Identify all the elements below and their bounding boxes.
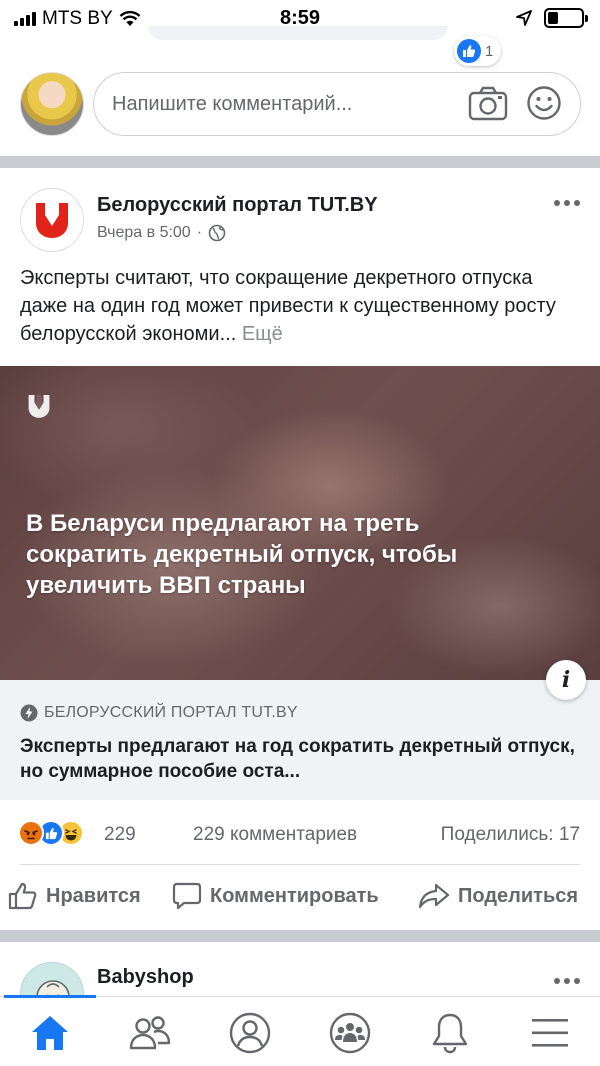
- next-post-header: Babyshop: [0, 942, 600, 998]
- tab-friends[interactable]: [128, 1011, 172, 1055]
- comment-bubble-icon: [172, 882, 202, 910]
- menu-icon: [532, 1019, 568, 1047]
- feed-separator: [0, 930, 600, 942]
- comment-reaction-count: 1: [485, 42, 494, 60]
- camera-icon[interactable]: [468, 85, 508, 121]
- groups-icon: [329, 1012, 371, 1054]
- page-name[interactable]: Белорусский портал TUT.BY: [97, 194, 378, 217]
- instant-article-icon: [20, 704, 38, 722]
- shares-count[interactable]: Поделились: 17: [441, 824, 580, 846]
- next-page-name[interactable]: Babyshop: [97, 966, 194, 989]
- post-header: Белорусский портал TUT.BY Вчера в 5:00 ·: [0, 186, 600, 256]
- see-more-link[interactable]: Ещё: [242, 323, 283, 345]
- like-icon: [457, 39, 481, 63]
- previous-comment-bubble: [148, 26, 448, 40]
- home-icon: [32, 1016, 68, 1050]
- info-button[interactable]: i: [546, 660, 586, 700]
- like-button[interactable]: Нравится: [8, 882, 141, 910]
- share-arrow-icon: [418, 883, 450, 909]
- tab-notifications[interactable]: [428, 1011, 472, 1055]
- thumbs-up-icon: [8, 882, 37, 910]
- comments-count[interactable]: 229 комментариев: [193, 824, 357, 846]
- notifications-icon: [432, 1013, 468, 1054]
- link-caption[interactable]: БЕЛОРУССКИЙ ПОРТАЛ TUT.BY Эксперты предл…: [0, 680, 600, 800]
- avatar[interactable]: [20, 72, 84, 136]
- link-title: Эксперты предлагают на год сократить дек…: [20, 736, 575, 782]
- tab-profile[interactable]: [228, 1011, 272, 1055]
- post-text: Эксперты считают, что сокращение декретн…: [20, 264, 585, 348]
- reactions-summary: 229 229 комментариев Поделились: 17: [0, 818, 600, 854]
- tab-groups[interactable]: [328, 1011, 372, 1055]
- post-timestamp[interactable]: Вчера в 5:00: [97, 224, 191, 242]
- battery-level: [548, 12, 558, 24]
- feed-separator: [0, 156, 600, 168]
- post-meta: Вчера в 5:00 ·: [97, 224, 226, 242]
- post-body: Эксперты считают, что сокращение декретн…: [20, 267, 556, 345]
- post-actions: Нравится Комментировать Поделиться: [0, 874, 600, 922]
- reaction-icons[interactable]: [18, 820, 84, 846]
- globe-icon: [208, 224, 226, 242]
- profile-icon: [229, 1012, 271, 1054]
- comment-reaction-chip[interactable]: 1: [454, 36, 502, 66]
- tab-menu[interactable]: [528, 1011, 572, 1055]
- bottom-tab-bar: [0, 995, 600, 1066]
- link-source: БЕЛОРУССКИЙ ПОРТАЛ TUT.BY: [44, 704, 298, 721]
- location-arrow-icon: [516, 10, 532, 26]
- comment-input[interactable]: Напишите комментарий...: [93, 72, 581, 136]
- share-button[interactable]: Поделиться: [418, 882, 578, 910]
- more-options-icon[interactable]: [554, 200, 580, 206]
- page-avatar[interactable]: [20, 962, 84, 998]
- emoji-icon[interactable]: [526, 85, 562, 121]
- baby-logo-icon: [36, 980, 70, 998]
- tutby-logo-icon: [36, 203, 68, 238]
- link-preview-image[interactable]: В Беларуси предлагают на треть сократить…: [0, 366, 600, 680]
- comment-placeholder: Напишите комментарий...: [112, 92, 353, 115]
- comment-button[interactable]: Комментировать: [172, 882, 379, 910]
- actions-divider: [20, 864, 580, 865]
- comment-composer: Напишите комментарий...: [0, 70, 600, 146]
- active-tab-indicator: [4, 995, 96, 998]
- friends-icon: [129, 1016, 171, 1050]
- reaction-count[interactable]: 229: [104, 824, 136, 846]
- image-headline: В Беларуси предлагают на треть сократить…: [26, 510, 458, 599]
- page-avatar[interactable]: [20, 188, 84, 252]
- tutby-watermark-icon: [28, 394, 50, 418]
- battery-icon: [544, 8, 588, 28]
- tab-home[interactable]: [28, 1011, 72, 1055]
- more-options-icon[interactable]: [554, 978, 580, 984]
- angry-icon: [18, 820, 44, 846]
- meta-separator: ·: [196, 224, 203, 241]
